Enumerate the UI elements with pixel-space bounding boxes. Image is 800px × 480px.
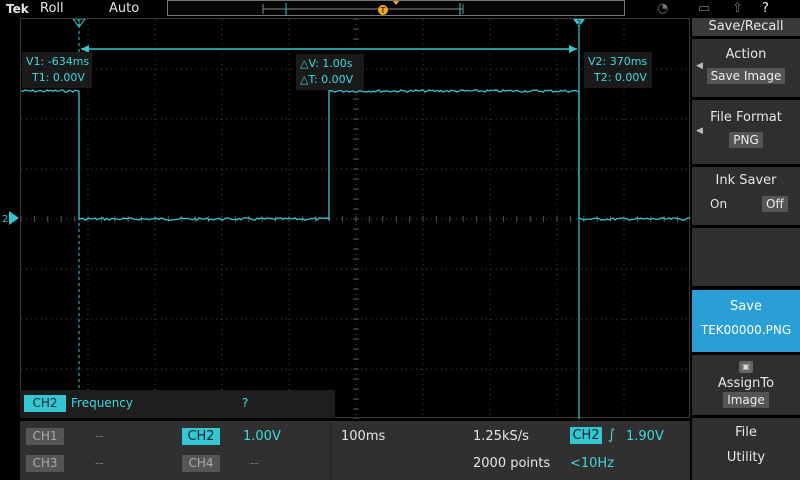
assign-to-value: Image [723,392,769,408]
trigger-channel-badge[interactable]: CH2 [570,427,602,444]
channel-panel: CH1 -- CH2 1.00V CH3 -- CH4 -- [20,421,329,480]
save-disk-icon: ▣ [739,361,753,373]
export-icon[interactable]: ⇧ [732,1,743,16]
cursor2-label: 2 [577,19,581,27]
cursor1-label: 1 [77,19,81,27]
menu-header: Save/Recall [692,18,800,36]
ch4-button[interactable]: CH4 [182,455,220,472]
measurement-label: Frequency [71,396,133,410]
record-view-graphic: T [262,1,464,15]
cursor1-voltage: T1: 0.00V [32,71,85,84]
trigger-slope-icon: ∫ [608,427,616,443]
cursor1-readout: V1: -634ms T1: 0.00V [22,52,92,88]
file-title: File [735,425,757,440]
ink-saver-menu-item[interactable]: Ink Saver On Off [692,167,800,225]
network-icon[interactable]: ▭ [698,1,710,16]
bottom-status-bar: CH1 -- CH2 1.00V CH3 -- CH4 -- 100ms 1.2… [20,421,690,480]
acquisition-panel[interactable]: 100ms 1.25kS/s 2000 points CH2 ∫ 1.90V <… [332,421,690,480]
ch4-scale: -- [250,456,259,470]
record-view-bar[interactable]: T [167,0,625,16]
delta-voltage: △T: 0.00V [300,73,354,86]
help-icon[interactable]: ? [762,1,769,16]
top-status-bar: Tek Roll Auto T ◔ ▭ ⇧ ? [0,0,769,18]
save-button[interactable]: Save TEK00000.PNG [692,290,800,352]
ink-saver-title: Ink Saver [715,173,777,188]
action-menu-item[interactable]: ◀ Action Save Image [692,39,800,97]
cursor2-time: V2: 370ms [588,55,648,68]
file-utility-button[interactable]: File Utility [692,418,800,480]
sample-rate: 1.25kS/s [473,429,529,444]
acquisition-mode[interactable]: Roll [40,1,64,16]
ch2-button[interactable]: CH2 [182,428,220,445]
record-length: 2000 points [473,456,551,471]
trigger-frequency: <10Hz [570,456,615,471]
cursor2-readout: V2: 370ms T2: 0.00V [584,52,652,88]
left-arrow-icon: ◀ [696,61,703,71]
measurement-channel-badge[interactable]: CH2 [24,395,66,412]
ink-saver-off[interactable]: Off [762,196,788,212]
svg-text:2: 2 [2,214,8,225]
record-trigger-marker: T [380,6,386,15]
channel-2-ground-marker[interactable]: 2 [0,210,20,226]
delta-arrow-right [569,45,577,53]
assign-to-menu-item[interactable]: ▣ AssignTo Image [692,355,800,415]
side-menu: Save/Recall ◀ Action Save Image ◀ File F… [690,18,800,480]
left-arrow-icon: ◀ [696,126,703,136]
ink-saver-on[interactable]: On [710,197,727,211]
file-format-menu-item[interactable]: ◀ File Format PNG [692,100,800,164]
ch3-button[interactable]: CH3 [26,455,64,472]
trigger-level[interactable]: 1.90V [626,429,664,444]
measurement-strip[interactable]: CH2 Frequency ? [20,390,335,418]
file-format-title: File Format [710,110,782,125]
ch1-scale: -- [95,429,104,443]
save-filename: TEK00000.PNG [700,323,792,337]
wifi-icon[interactable]: ◔ [657,1,668,16]
cursor2-voltage: T2: 0.00V [594,71,647,84]
timebase-value[interactable]: 100ms [341,429,385,444]
assign-to-title: AssignTo [717,376,775,391]
ch3-scale: -- [95,456,104,470]
file-format-value: PNG [729,132,763,148]
tek-logo: Tek [6,2,29,16]
cursor-delta-readout: △V: 1.00s △T: 0.00V [296,54,364,90]
empty-menu-slot [692,228,800,286]
ch2-scale[interactable]: 1.00V [243,429,281,444]
cursor1-time: V1: -634ms [26,55,90,68]
utility-title: Utility [726,450,766,465]
delta-time: △V: 1.00s [300,57,353,70]
ch1-button[interactable]: CH1 [26,428,64,445]
action-title: Action [725,47,767,62]
save-title: Save [730,299,762,314]
trigger-mode[interactable]: Auto [109,1,139,16]
action-value: Save Image [706,68,786,84]
measurement-value: ? [242,396,249,410]
